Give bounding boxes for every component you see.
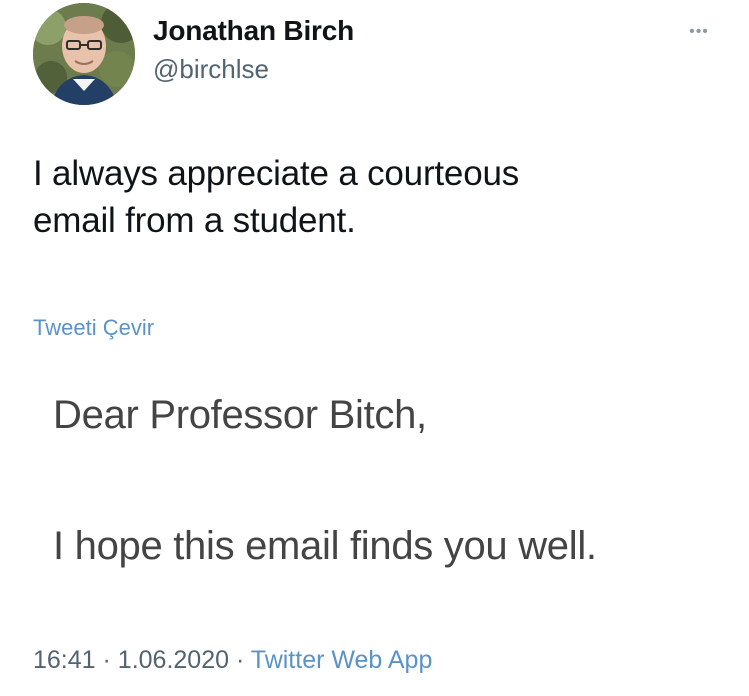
tweet-card: Jonathan Birch @birchlse ••• I always ap…: [0, 0, 749, 696]
author-handle[interactable]: @birchlse: [153, 54, 354, 84]
avatar-image: [33, 3, 135, 105]
author-info: Jonathan Birch @birchlse: [153, 15, 354, 84]
email-body: I hope this email finds you well.: [53, 524, 597, 568]
translate-tweet-link[interactable]: Tweeti Çevir: [33, 315, 154, 341]
tweet-meta: 16:41 · 1.06.2020 · Twitter Web App: [33, 645, 432, 675]
tweet-text-line: I always appreciate a courteous: [33, 154, 520, 193]
tweet-date[interactable]: 1.06.2020: [118, 646, 229, 674]
attached-email-image[interactable]: Dear Professor Bitch, I hope this email …: [33, 375, 713, 590]
meta-separator: ·: [235, 646, 245, 674]
tweet-source-link[interactable]: Twitter Web App: [251, 646, 433, 674]
tweet-time[interactable]: 16:41: [33, 646, 96, 674]
author-avatar[interactable]: [33, 3, 135, 105]
tweet-text: I always appreciate a courteous email fr…: [33, 150, 703, 244]
author-name[interactable]: Jonathan Birch: [153, 15, 354, 47]
email-salutation: Dear Professor Bitch,: [53, 393, 427, 437]
more-options-button[interactable]: •••: [680, 20, 718, 44]
meta-separator: ·: [102, 646, 111, 674]
tweet-text-line: email from a student.: [33, 201, 356, 240]
more-dots-icon: •••: [689, 23, 709, 40]
